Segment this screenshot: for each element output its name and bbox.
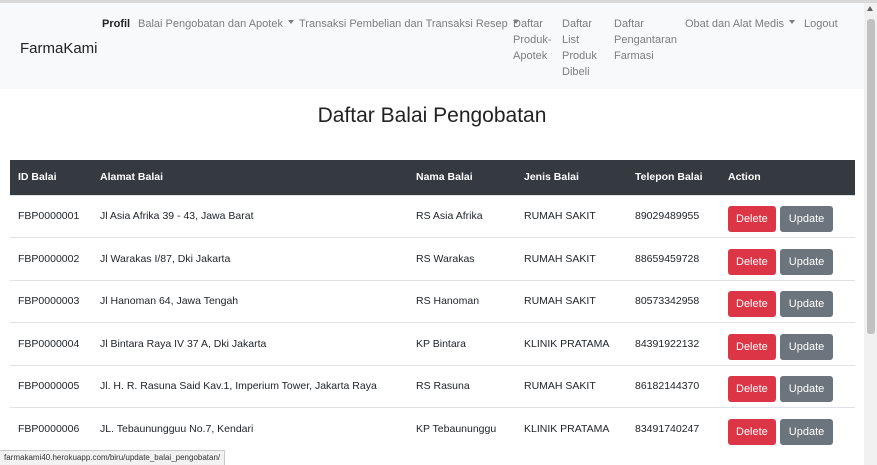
update-button[interactable]: Update xyxy=(779,333,834,360)
delete-button[interactable]: Delete xyxy=(728,333,776,360)
link-status-bar: farmakami40.herokuapp.com/biru/update_ba… xyxy=(0,450,226,465)
delete-button[interactable]: Delete xyxy=(728,206,776,233)
cell-id: FBP0000006 xyxy=(10,407,92,450)
nav-profil[interactable]: Profil xyxy=(102,16,130,32)
table-row: FBP0000005 Jl. H. R. Rasuna Said Kav.1, … xyxy=(10,364,855,408)
cell-id: FBP0000003 xyxy=(10,279,92,323)
cell-nama: RS Warakas xyxy=(408,237,516,280)
cell-telepon: 86182144370 xyxy=(627,364,720,408)
scrollbar-thumb[interactable] xyxy=(867,19,875,334)
scroll-up-arrow-icon[interactable] xyxy=(867,6,873,11)
delete-button[interactable]: Delete xyxy=(728,376,776,403)
table-row: FBP0000001 Jl Asia Afrika 39 - 43, Jawa … xyxy=(10,194,855,238)
nav-daftar-produk-apotek[interactable]: Daftar Produk-Apotek xyxy=(513,16,557,64)
delete-button[interactable]: Delete xyxy=(728,291,776,318)
cell-action: Delete Update xyxy=(720,237,855,280)
cell-nama: RS Rasuna xyxy=(408,364,516,408)
cell-alamat: Jl Bintara Raya IV 37 A, Dki Jakarta xyxy=(92,322,408,365)
col-jenis-balai: Jenis Balai xyxy=(524,171,579,184)
update-button[interactable]: Update xyxy=(779,291,834,318)
update-button[interactable]: Update xyxy=(779,419,834,445)
cell-action: Delete Update xyxy=(720,194,855,238)
nav-daftar-list-produk-dibeli[interactable]: Daftar List Produk Dibeli xyxy=(562,16,606,80)
col-id-balai: ID Balai xyxy=(18,171,57,184)
caret-down-icon xyxy=(287,20,294,25)
cell-jenis: KLINIK PRATAMA xyxy=(516,407,627,450)
update-button[interactable]: Update xyxy=(779,376,834,403)
cell-telepon: 83491740247 xyxy=(627,407,720,450)
cell-alamat: Jl Warakas I/87, Dki Jakarta xyxy=(92,237,408,280)
cell-telepon: 84391922132 xyxy=(627,322,720,365)
nav-transaksi-dropdown[interactable]: Transaksi Pembelian dan Transaksi Resep xyxy=(299,16,519,32)
cell-id: FBP0000001 xyxy=(10,194,92,238)
cell-action: Delete Update xyxy=(720,364,855,408)
cell-id: FBP0000005 xyxy=(10,364,92,408)
vertical-scrollbar[interactable] xyxy=(864,3,877,465)
nav-transaksi-label: Transaksi Pembelian dan Transaksi Resep xyxy=(299,18,508,30)
nav-daftar-pengantaran-farmasi[interactable]: Daftar Pengantaran Farmasi xyxy=(614,16,678,64)
nav-logout[interactable]: Logout xyxy=(804,16,838,32)
cell-alamat: Jl. H. R. Rasuna Said Kav.1, Imperium To… xyxy=(92,364,408,408)
delete-button[interactable]: Delete xyxy=(728,248,776,275)
cell-alamat: JL. Tebaunungguu No.7, Kendari xyxy=(92,407,408,450)
cell-alamat: Jl Hanoman 64, Jawa Tengah xyxy=(92,279,408,323)
col-action: Action xyxy=(728,171,761,184)
nav-obat-alat-medis-dropdown[interactable]: Obat dan Alat Medis xyxy=(685,16,796,32)
table-row: FBP0000002 Jl Warakas I/87, Dki Jakarta … xyxy=(10,237,855,280)
cell-jenis: RUMAH SAKIT xyxy=(516,279,627,323)
brand-logo[interactable]: FarmaKami xyxy=(20,40,98,57)
col-alamat-balai: Alamat Balai xyxy=(100,171,164,184)
cell-id: FBP0000002 xyxy=(10,237,92,280)
cell-nama: RS Asia Afrika xyxy=(408,194,516,238)
cell-action: Delete Update xyxy=(720,322,855,365)
update-button[interactable]: Update xyxy=(779,248,834,275)
cell-telepon: 88659459728 xyxy=(627,237,720,280)
page-title: Daftar Balai Pengobatan xyxy=(317,104,547,127)
cell-jenis: KLINIK PRATAMA xyxy=(516,322,627,365)
cell-jenis: RUMAH SAKIT xyxy=(516,237,627,280)
nav-balai-label: Balai Pengobatan dan Apotek xyxy=(138,18,283,30)
cell-jenis: RUMAH SAKIT xyxy=(516,194,627,238)
col-nama-balai: Nama Balai xyxy=(416,171,473,184)
cell-telepon: 89029489955 xyxy=(627,194,720,238)
nav-obat-label: Obat dan Alat Medis xyxy=(685,18,785,30)
caret-down-icon xyxy=(789,20,796,25)
cell-nama: KP Tebaununggu xyxy=(408,407,516,450)
cell-action: Delete Update xyxy=(720,407,855,450)
update-button[interactable]: Update xyxy=(779,206,834,233)
table-row: FBP0000004 Jl Bintara Raya IV 37 A, Dki … xyxy=(10,322,855,365)
table-row: FBP0000006 JL. Tebaunungguu No.7, Kendar… xyxy=(10,407,855,450)
cell-id: FBP0000004 xyxy=(10,322,92,365)
col-telepon-balai: Telepon Balai xyxy=(635,171,703,184)
table-header-row: ID Balai Alamat Balai Nama Balai Jenis B… xyxy=(10,160,855,195)
nav-balai-pengobatan-dropdown[interactable]: Balai Pengobatan dan Apotek xyxy=(138,16,294,32)
cell-jenis: RUMAH SAKIT xyxy=(516,364,627,408)
navbar: FarmaKami Profil Balai Pengobatan dan Ap… xyxy=(0,3,864,89)
nav-profil-label: Profil xyxy=(102,18,131,30)
delete-button[interactable]: Delete xyxy=(728,419,776,445)
cell-action: Delete Update xyxy=(720,279,855,323)
balai-table: ID Balai Alamat Balai Nama Balai Jenis B… xyxy=(10,160,855,450)
cell-nama: KP Bintara xyxy=(408,322,516,365)
cell-telepon: 80573342958 xyxy=(627,279,720,323)
cell-alamat: Jl Asia Afrika 39 - 43, Jawa Barat xyxy=(92,194,408,238)
table-row: FBP0000003 Jl Hanoman 64, Jawa Tengah RS… xyxy=(10,279,855,323)
cell-nama: RS Hanoman xyxy=(408,279,516,323)
